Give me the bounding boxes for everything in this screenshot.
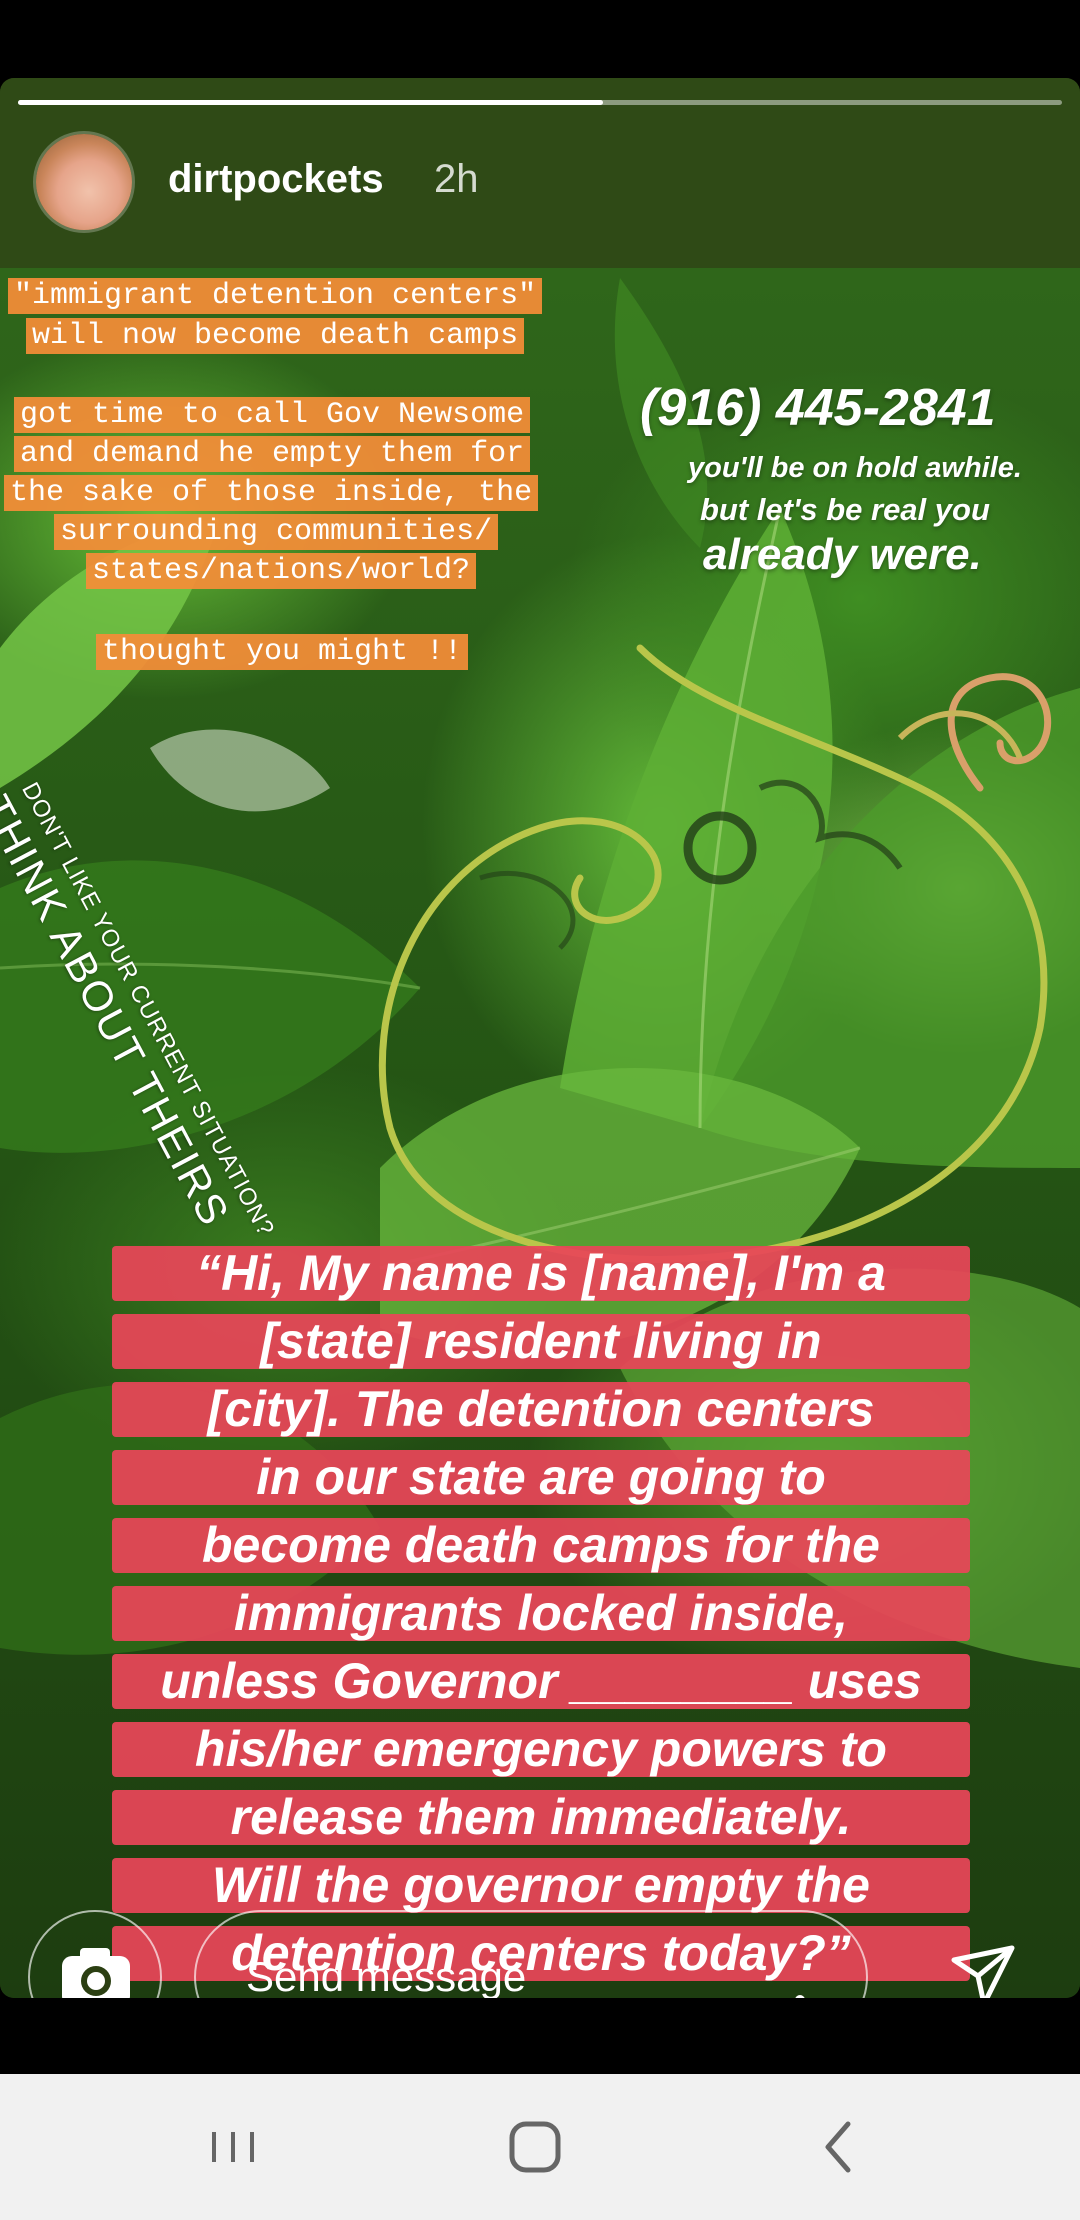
home-icon[interactable] (500, 2112, 570, 2182)
orange-text-line: thought you might !! (96, 634, 469, 670)
avatar[interactable] (36, 134, 132, 230)
story-timestamp: 2h (434, 157, 479, 201)
back-icon[interactable] (804, 2112, 874, 2182)
system-nav-bar (0, 2074, 1080, 2220)
orange-text-line: surrounding communities/ (54, 514, 499, 550)
call-script-line: [city]. The detention centers (112, 1382, 970, 1437)
more-options-dot[interactable] (795, 1995, 805, 1998)
call-script-line: unless Governor ________ uses (112, 1654, 970, 1709)
orange-text-line: "immigrant detention centers" (8, 278, 543, 314)
orange-text-line: and demand he empty them for (14, 436, 531, 472)
call-script-line: Will the governor empty the (112, 1858, 970, 1913)
send-message-input[interactable] (194, 1910, 868, 1998)
orange-text-line: will now become death camps (26, 318, 525, 354)
story-username[interactable]: dirtpockets (168, 156, 384, 202)
call-note-line: but let's be real you (700, 492, 990, 527)
story-progress-track (18, 100, 1062, 105)
call-script-line: his/her emergency powers to (112, 1722, 970, 1777)
story-progress-fill (18, 100, 603, 105)
call-note-line: already were. (703, 530, 982, 579)
call-note-line: you'll be on hold awhile. (688, 452, 1022, 484)
story-header-background (0, 78, 1080, 268)
story-viewer[interactable]: dirtpockets 2h "immigrant detention cent… (0, 78, 1080, 1998)
phone-number: (916) 445-2841 (640, 379, 996, 437)
status-bar (0, 0, 1080, 78)
call-script-line: [state] resident living in (112, 1314, 970, 1369)
call-script-line: become death camps for the (112, 1518, 970, 1573)
call-script-line: in our state are going to (112, 1450, 970, 1505)
call-script-line: “Hi, My name is [name], I'm a (112, 1246, 970, 1301)
orange-text-line: got time to call Gov Newsome (14, 397, 531, 433)
call-script-line: release them immediately. (112, 1790, 970, 1845)
camera-icon (62, 1948, 130, 1998)
send-icon[interactable] (948, 1940, 1018, 1998)
recent-apps-icon[interactable] (198, 2112, 268, 2182)
orange-text-line: states/nations/world? (86, 553, 477, 589)
call-script-line: immigrants locked inside, (112, 1586, 970, 1641)
orange-text-line: the sake of those inside, the (4, 475, 539, 511)
camera-button[interactable] (28, 1910, 162, 1998)
